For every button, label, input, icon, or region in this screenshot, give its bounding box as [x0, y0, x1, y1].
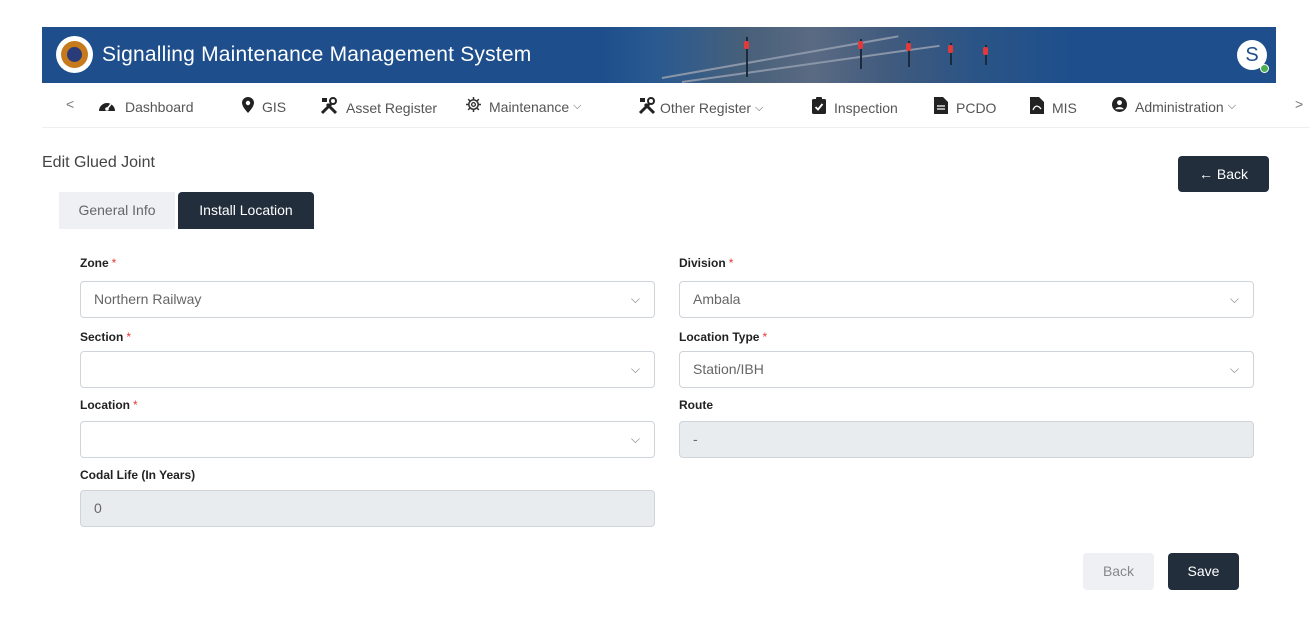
nav-item-asset-register[interactable]: Asset Register [320, 97, 437, 119]
nav-scroll-left-icon[interactable]: < [66, 96, 74, 112]
banner-signal-light [744, 41, 749, 49]
chevron-down-icon: ⌵ [1229, 292, 1239, 306]
nav-label-maintenance: Maintenance [489, 98, 570, 115]
nav-item-mis[interactable]: MIS [1030, 97, 1077, 118]
map-pin-icon [242, 97, 254, 117]
main-nav: < Dashboard GIS Asset Register Maintenan… [42, 83, 1309, 128]
pdf-file-icon [1030, 97, 1044, 118]
route-value: - [693, 431, 698, 447]
section-select[interactable]: ⌵ [80, 351, 655, 388]
clipboard-check-icon [812, 97, 826, 118]
section-label-text: Section [80, 330, 124, 344]
division-select[interactable]: Ambala ⌵ [679, 281, 1254, 318]
location-type-value: Station/IBH [693, 361, 764, 377]
required-mark: * [126, 330, 132, 344]
codal-life-field: 0 [80, 490, 655, 527]
nav-label-gis: GIS [262, 99, 287, 115]
banner-signal-light [948, 45, 953, 53]
indian-railways-logo[interactable] [56, 36, 93, 73]
banner-signal-light [858, 41, 863, 49]
nav-item-other-register[interactable]: Other Register ⌵ [638, 97, 763, 119]
nav-label-asset-register: Asset Register [346, 100, 438, 116]
nav-label-inspection: Inspection [834, 99, 898, 116]
location-type-select[interactable]: Station/IBH ⌵ [679, 351, 1254, 388]
nav-item-administration[interactable]: Administration ⌵ [1112, 97, 1236, 116]
codal-life-value: 0 [94, 500, 102, 516]
logo-ring [61, 41, 88, 68]
page-title: Edit Glued Joint [42, 154, 155, 171]
codal-life-label: Codal Life (In Years) [80, 468, 196, 482]
nav-item-dashboard[interactable]: Dashboard [97, 97, 194, 117]
nav-item-inspection[interactable]: Inspection [812, 97, 898, 118]
location-select[interactable]: ⌵ [80, 421, 655, 458]
chevron-down-icon: ⌵ [755, 101, 764, 114]
section-label: Section * [80, 330, 131, 344]
required-mark: * [111, 256, 117, 270]
app-title: Signalling Maintenance Management System [102, 43, 532, 66]
tools-icon [638, 97, 656, 119]
tools-icon [320, 97, 338, 119]
division-label: Division * [679, 256, 733, 270]
logo-emblem [67, 47, 82, 62]
save-button[interactable]: Save [1168, 553, 1239, 590]
tab-general-info[interactable]: General Info [59, 192, 175, 229]
banner-signal-light [983, 47, 988, 55]
header-railway-banner [602, 27, 1072, 83]
back-button[interactable]: ← Back [1178, 156, 1269, 192]
nav-scroll-right-icon[interactable]: > [1295, 96, 1303, 112]
nav-item-maintenance[interactable]: Maintenance ⌵ [466, 97, 582, 116]
location-type-label-text: Location Type [679, 330, 760, 344]
chevron-down-icon: ⌵ [630, 432, 640, 446]
gear-icon [466, 97, 481, 116]
dashboard-gauge-icon [97, 97, 117, 117]
nav-item-gis[interactable]: GIS [242, 97, 286, 117]
chevron-down-icon: ⌵ [630, 362, 640, 376]
zone-label: Zone * [80, 256, 116, 270]
nav-item-pcdo[interactable]: PCDO [934, 97, 996, 118]
tab-install-location[interactable]: Install Location [178, 192, 314, 229]
nav-label-pcdo: PCDO [956, 99, 997, 116]
required-mark: * [728, 256, 734, 270]
location-type-label: Location Type * [679, 330, 767, 344]
form-back-button[interactable]: Back [1083, 553, 1154, 590]
location-label: Location * [80, 398, 138, 412]
nav-label-dashboard: Dashboard [125, 99, 194, 115]
route-field: - [679, 421, 1254, 458]
chevron-down-icon: ⌵ [573, 100, 582, 112]
zone-select[interactable]: Northern Railway ⌵ [80, 281, 655, 318]
chevron-down-icon: ⌵ [1229, 362, 1239, 376]
chevron-down-icon: ⌵ [1227, 100, 1237, 112]
required-mark: * [133, 398, 138, 412]
nav-label-administration: Administration [1135, 98, 1224, 115]
zone-value: Northern Railway [94, 291, 202, 307]
chevron-down-icon: ⌵ [630, 292, 640, 306]
document-icon [934, 97, 948, 118]
user-circle-icon [1112, 97, 1127, 116]
location-label-text: Location [80, 398, 130, 412]
banner-signal-light [906, 43, 911, 51]
nav-label-mis: MIS [1052, 99, 1077, 116]
division-label-text: Division [679, 256, 726, 270]
app-header: Signalling Maintenance Management System… [42, 27, 1276, 83]
online-status-dot [1260, 64, 1269, 73]
required-mark: * [762, 330, 768, 344]
division-value: Ambala [693, 291, 741, 307]
zone-label-text: Zone [80, 256, 109, 270]
route-label: Route [679, 398, 713, 412]
nav-label-other-register: Other Register [660, 100, 752, 116]
app-root: Signalling Maintenance Management System… [0, 0, 1309, 635]
